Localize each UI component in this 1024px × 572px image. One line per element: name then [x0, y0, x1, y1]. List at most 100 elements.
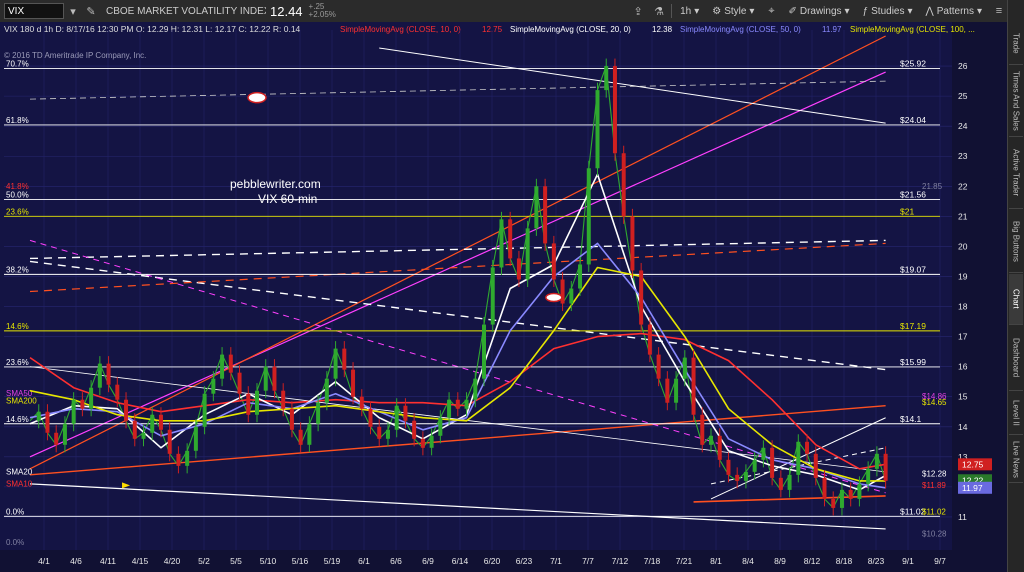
y-tick-label: 14	[958, 422, 968, 432]
candle-body	[45, 411, 50, 433]
price-chart[interactable]: VIX 180 d 1h D: 8/17/16 12:30 PM O: 12.2…	[0, 22, 1007, 572]
candle-body	[647, 324, 652, 355]
study-label: SimpleMovingAvg (CLOSE, 10, 0)	[340, 25, 461, 34]
fib-price-label: $21	[900, 206, 914, 216]
x-tick-label: 5/10	[260, 556, 277, 566]
patterns-button[interactable]: ⋀ Patterns ▾	[921, 6, 987, 17]
candle-body	[316, 402, 321, 424]
fib-percent-label: 23.6%	[6, 358, 29, 367]
pencil-icon[interactable]: ✎	[82, 2, 100, 20]
candle-body	[97, 363, 102, 388]
sidebar-tab-dashboard[interactable]: Dashboard	[1009, 326, 1023, 391]
candle-body	[255, 390, 259, 415]
drawings-button[interactable]: ✐ Drawings ▾	[783, 6, 854, 17]
x-tick-label: 6/14	[452, 556, 469, 566]
watermark-line: pebblewriter.com	[230, 177, 321, 191]
timeframe-button[interactable]: 1h ▾	[675, 6, 704, 17]
fib-price-label: $14.1	[900, 414, 922, 424]
candle-body	[342, 348, 347, 370]
watermark-line: VIX 60-min	[258, 192, 317, 206]
candle-body	[150, 414, 155, 433]
candle-body	[158, 414, 163, 430]
drawings-icon: ✐	[788, 5, 797, 17]
candle-body	[866, 468, 871, 484]
candle-body	[578, 264, 583, 289]
candle-body	[612, 66, 617, 154]
candle-body	[62, 423, 67, 445]
fib-percent-label: 70.7%	[6, 59, 29, 68]
candle-body	[551, 243, 556, 280]
side-panel: Trade Times And Sales Active Trader Big But…	[1007, 0, 1024, 572]
patterns-icon: ⋀	[925, 5, 934, 17]
chevron-down-icon: ▾	[907, 5, 913, 17]
fib-price-label: $17.19	[900, 321, 926, 331]
annotation-label: $10.28	[922, 530, 947, 539]
study-label: SimpleMovingAvg (CLOSE, 20, 0)	[510, 25, 631, 34]
fib-price-label: $19.07	[900, 264, 926, 274]
candle-body	[429, 435, 434, 448]
sidebar-tab-level-ii[interactable]: Level II	[1009, 392, 1023, 435]
x-tick-label: 8/23	[868, 556, 885, 566]
style-button[interactable]: ⚙ Style ▾	[707, 6, 759, 17]
gear-icon: ⚙	[712, 5, 722, 17]
annotation-label: SMA10	[6, 479, 33, 488]
candle-body	[185, 450, 190, 466]
sidebar-tab-active-trader[interactable]: Active Trader	[1009, 138, 1023, 209]
candle-body	[473, 378, 478, 400]
y-tick-label: 17	[958, 332, 968, 342]
x-tick-label: 7/18	[644, 556, 661, 566]
sidebar-tab-big-buttons[interactable]: Big Buttons	[1009, 210, 1023, 273]
x-tick-label: 6/23	[516, 556, 533, 566]
y-tick-label: 26	[958, 61, 968, 71]
candle-body	[132, 420, 137, 439]
candle-body	[124, 399, 129, 421]
sidebar-tab-chart[interactable]: Chart	[1009, 274, 1023, 325]
crosshair-icon[interactable]: ⌖	[762, 2, 780, 20]
candle-body	[543, 186, 548, 244]
x-tick-label: 7/1	[550, 556, 562, 566]
instrument-name: CBOE MARKET VOLATILITY INDEX	[106, 5, 266, 17]
candle-body	[307, 423, 312, 445]
chevron-down-icon[interactable]: ▾	[64, 2, 82, 20]
candle-body	[455, 399, 460, 409]
x-tick-label: 8/4	[742, 556, 754, 566]
symbol-input[interactable]: VIX	[4, 3, 64, 19]
candle-body	[71, 399, 76, 424]
circle-marker	[247, 91, 267, 104]
studies-button[interactable]: ƒ Studies ▾	[858, 6, 918, 17]
menu-icon[interactable]: ≡	[990, 2, 1008, 20]
toolbar-divider	[671, 4, 673, 18]
y-tick-label: 15	[958, 392, 968, 402]
candle-body	[447, 399, 452, 418]
candle-body	[639, 270, 644, 325]
study-value: 12.38	[652, 25, 673, 34]
fib-percent-label: 50.0%	[6, 191, 29, 200]
sidebar-tab-times-and-sales[interactable]: Times And Sales	[1009, 66, 1023, 137]
fib-percent-label: 0.0%	[6, 507, 24, 516]
x-tick-label: 5/2	[198, 556, 210, 566]
drawings-label: Drawings	[799, 5, 842, 17]
x-tick-label: 4/6	[70, 556, 82, 566]
candle-body	[115, 384, 120, 400]
sidebar-tab-live-news[interactable]: Live News	[1009, 436, 1023, 483]
chevron-down-icon: ▾	[976, 5, 982, 17]
y-tick-label: 20	[958, 241, 968, 251]
candle-body	[874, 453, 879, 469]
candle-body	[351, 369, 356, 397]
annotation-label: $11.89	[922, 481, 946, 490]
annotation-label: 0.0%	[6, 538, 24, 547]
share-icon[interactable]: ⇪	[629, 2, 647, 20]
candle-body	[298, 429, 303, 445]
candle-body	[726, 459, 731, 475]
candle-body	[324, 378, 329, 403]
fib-price-label: $15.99	[900, 357, 926, 367]
x-tick-label: 6/6	[390, 556, 402, 566]
candle-body	[193, 426, 198, 451]
chart-toolbar: VIX ▾ ✎ CBOE MARKET VOLATILITY INDEX 12.…	[0, 0, 1008, 23]
candle-body	[289, 408, 294, 430]
sidebar-tab-trade[interactable]: Trade	[1009, 22, 1023, 65]
flask-icon[interactable]: ⚗	[650, 2, 668, 20]
chevron-down-icon: ▾	[844, 5, 850, 17]
timeframe-label: 1h	[680, 5, 692, 17]
patterns-label: Patterns	[936, 5, 974, 17]
